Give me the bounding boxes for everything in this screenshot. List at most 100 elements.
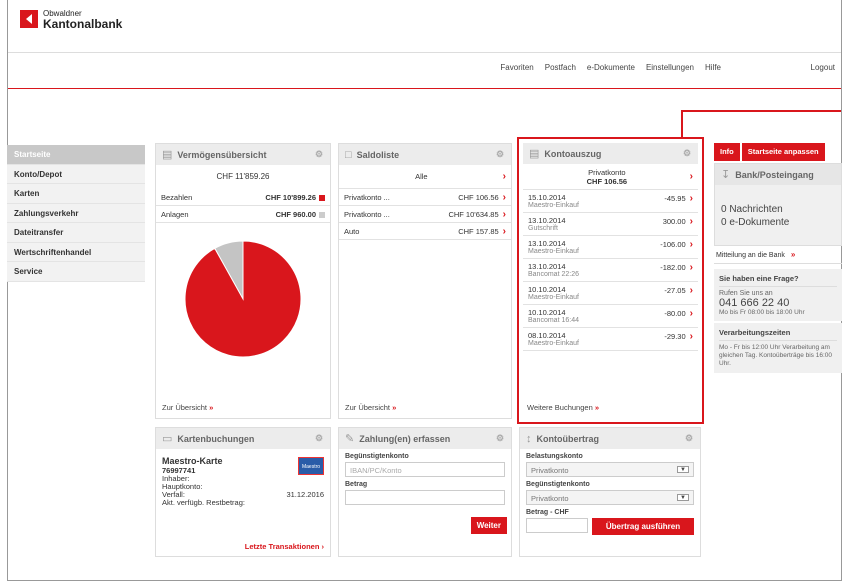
inbox-icon: ↧ xyxy=(721,169,731,181)
last-transactions-button[interactable]: Letzte Transaktionen › xyxy=(245,542,324,551)
gear-icon[interactable]: ⚙ xyxy=(495,149,505,160)
kontoauszug-header: ▤ Kontoauszug ⚙ xyxy=(523,143,698,164)
transaction-description: Bancomat 22:26 xyxy=(528,271,579,278)
chevron-right-icon[interactable]: › xyxy=(690,171,693,182)
top-navigation: Favoriten Postfach e-Dokumente Einstellu… xyxy=(500,63,721,72)
right-tabs: Info Startseite anpassen xyxy=(714,143,842,161)
credit-account-label: Begünstigtenkonto xyxy=(526,481,590,488)
nav-einstellungen[interactable]: Einstellungen xyxy=(646,63,694,72)
processing-title: Verarbeitungszeiten xyxy=(719,328,837,341)
folder-icon: □ xyxy=(345,148,352,161)
credit-account-select[interactable]: Privatkonto ▼ xyxy=(526,490,694,505)
payment-icon: ✎ xyxy=(345,433,355,445)
card-balance-label: Akt. verfügb. Restbetrag: xyxy=(162,498,245,507)
konto-transaction-row[interactable]: 13.10.2014 Gutschrift 300.00 › xyxy=(523,213,698,236)
saldo-footer-link[interactable]: Zur Übersicht » xyxy=(345,403,396,412)
chevron-right-icon: › xyxy=(689,262,693,273)
gear-icon[interactable]: ⚙ xyxy=(314,433,324,444)
sidebar-item-startseite[interactable]: Startseite xyxy=(7,145,145,165)
sidebar-item-wertschriftenhandel[interactable]: Wertschriftenhandel xyxy=(7,243,145,262)
chevron-right-icon: › xyxy=(689,193,693,204)
contact-phone: 041 666 22 40 xyxy=(719,297,790,309)
konto-footer-link[interactable]: Weitere Buchungen » xyxy=(527,403,599,412)
weiter-button[interactable]: Weiter xyxy=(470,517,507,534)
transaction-date: 08.10.2014 xyxy=(528,331,566,340)
sidebar-item-service[interactable]: Service xyxy=(7,262,145,282)
vermoegen-total: CHF 11'859.26 xyxy=(216,172,270,181)
gear-icon[interactable]: ⚙ xyxy=(684,433,694,444)
chevron-right-icon: › xyxy=(502,225,506,237)
messages-count[interactable]: 0 Nachrichten xyxy=(721,203,835,216)
konto-balance: CHF 106.56 xyxy=(586,176,628,186)
gear-icon[interactable]: ⚙ xyxy=(495,433,505,444)
vermoegen-panel: ▤ Vermögensübersicht ⚙ CHF 11'859.26 Bez… xyxy=(155,143,331,419)
konto-transaction-row[interactable]: 13.10.2014 Maestro-Einkauf -106.00 › xyxy=(523,236,698,259)
debit-account-select[interactable]: Privatkonto ▼ xyxy=(526,462,694,477)
gear-icon[interactable]: ⚙ xyxy=(682,148,692,159)
logout-link[interactable]: Logout xyxy=(811,63,835,72)
chevron-right-icon: › xyxy=(689,216,693,227)
tab-info[interactable]: Info xyxy=(714,143,740,161)
transaction-amount: -45.95 xyxy=(664,194,686,203)
tab-startseite-anpassen[interactable]: Startseite anpassen xyxy=(741,143,825,161)
saldo-title: Saldoliste xyxy=(356,149,400,160)
chevron-right-icon[interactable]: › xyxy=(503,171,506,182)
execute-transfer-button[interactable]: Übertrag ausführen xyxy=(592,518,694,535)
document-icon: ▤ xyxy=(529,148,540,160)
konto-account-select[interactable]: Privatkonto CHF 106.56 › xyxy=(523,164,698,190)
transaction-date: 13.10.2014 xyxy=(528,216,566,225)
kontoauszug-panel: ▤ Kontoauszug ⚙ Privatkonto CHF 106.56 ›… xyxy=(517,137,704,424)
saldo-row[interactable]: Privatkonto ... CHF 10'634.85 › xyxy=(339,206,511,223)
nav-postfach[interactable]: Postfach xyxy=(545,63,576,72)
konto-transaction-row[interactable]: 13.10.2014 Bancomat 22:26 -182.00 › xyxy=(523,259,698,282)
konto-transaction-row[interactable]: 10.10.2014 Bancomat 16:44 -80.00 › xyxy=(523,305,698,328)
iban-input[interactable]: IBAN/PC/Konto xyxy=(345,462,505,477)
documents-count[interactable]: 0 e-Dokumente xyxy=(721,216,835,229)
transaction-date: 15.10.2014 xyxy=(528,193,566,202)
gear-icon[interactable]: ⚙ xyxy=(314,149,324,160)
transaction-date: 10.10.2014 xyxy=(528,285,566,294)
saldo-filter[interactable]: Alle › xyxy=(339,165,511,189)
posteingang-title: Bank/Posteingang xyxy=(735,169,814,180)
karten-header: ▭ Kartenbuchungen ⚙ xyxy=(156,428,330,449)
pie-slice-bezahlen[interactable] xyxy=(184,240,302,358)
chevron-right-icon: › xyxy=(689,331,693,342)
transaction-date: 13.10.2014 xyxy=(528,262,566,271)
zahlung-title: Zahlung(en) erfassen xyxy=(359,433,451,444)
sidebar-item-karten[interactable]: Karten xyxy=(7,184,145,204)
nav-e-dokumente[interactable]: e-Dokumente xyxy=(587,63,635,72)
konto-transaction-row[interactable]: 15.10.2014 Maestro-Einkauf -45.95 › xyxy=(523,190,698,213)
bank-logo[interactable]: Obwaldner Kantonalbank xyxy=(20,9,122,30)
kontoauszug-title: Kontoauszug xyxy=(544,148,602,159)
nav-divider xyxy=(8,88,841,89)
vermoegen-title: Vermögensübersicht xyxy=(177,149,267,160)
vermoegen-footer-link[interactable]: Zur Übersicht » xyxy=(162,403,213,412)
saldo-row[interactable]: Privatkonto ... CHF 106.56 › xyxy=(339,189,511,206)
header-divider xyxy=(8,52,841,53)
chevron-right-icon: › xyxy=(689,285,693,296)
konto-transaction-row[interactable]: 08.10.2014 Maestro-Einkauf -29.30 › xyxy=(523,328,698,351)
transfer-amount-input[interactable] xyxy=(526,518,588,533)
sidebar-item-konto-depot[interactable]: Konto/Depot xyxy=(7,165,145,184)
amount-input[interactable] xyxy=(345,490,505,505)
sidebar-item-dateitransfer[interactable]: Dateitransfer xyxy=(7,223,145,243)
saldo-row[interactable]: Auto CHF 157.85 › xyxy=(339,223,511,240)
legend-swatch xyxy=(319,194,325,201)
processing-section: Verarbeitungszeiten Mo - Fr bis 12:00 Uh… xyxy=(714,323,842,373)
card-expiry-date: 31.12.2016 xyxy=(286,490,324,499)
transaction-date: 10.10.2014 xyxy=(528,308,566,317)
vermoegen-row-anlagen[interactable]: Anlagen CHF 960.00 xyxy=(156,206,330,223)
vermoegen-row-bezahlen[interactable]: Bezahlen CHF 10'899.26 xyxy=(156,189,330,206)
nav-hilfe[interactable]: Hilfe xyxy=(705,63,721,72)
sidebar-item-zahlungsverkehr[interactable]: Zahlungsverkehr xyxy=(7,204,145,223)
debit-account-label: Belastungskonto xyxy=(526,453,583,460)
transaction-description: Bancomat 16:44 xyxy=(528,317,579,324)
transaction-amount: -29.30 xyxy=(664,332,686,341)
contact-intro: Rufen Sie uns an xyxy=(719,290,773,297)
nav-favoriten[interactable]: Favoriten xyxy=(500,63,533,72)
card-icon: ▭ xyxy=(162,433,173,445)
konto-transaction-row[interactable]: 10.10.2014 Maestro-Einkauf -27.05 › xyxy=(523,282,698,305)
vermoegen-pie-chart xyxy=(184,240,302,358)
transaction-description: Maestro-Einkauf xyxy=(528,202,579,209)
mitteilung-link[interactable]: Mitteilung an die Bank » xyxy=(714,246,842,264)
